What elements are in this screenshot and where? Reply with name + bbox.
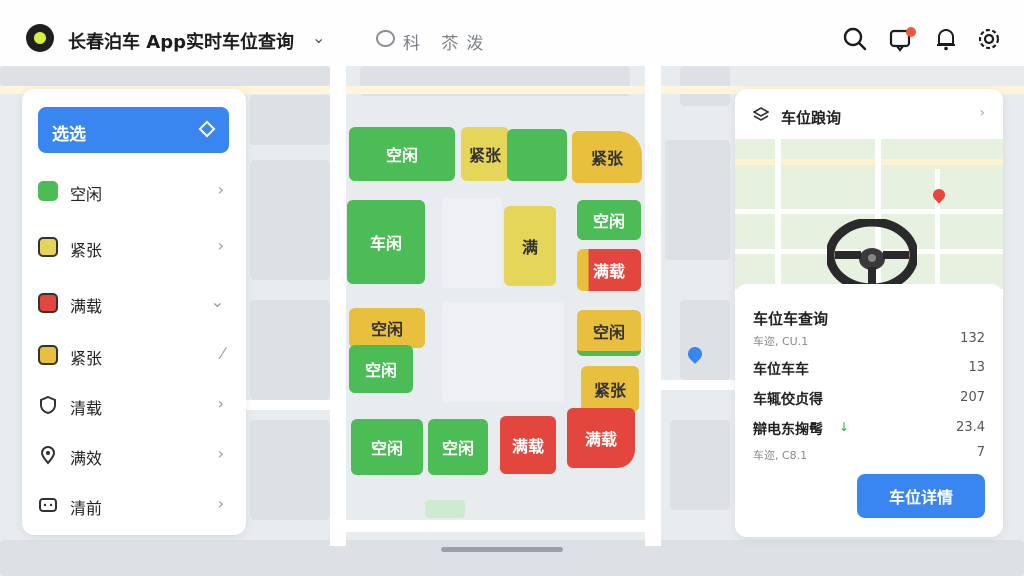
message-icon <box>39 498 57 512</box>
bell-icon[interactable] <box>933 26 959 52</box>
parking-lot[interactable]: 空闲 <box>349 345 413 393</box>
menu-item-message[interactable]: 清前 › <box>36 485 232 525</box>
gear-icon[interactable] <box>976 26 1002 52</box>
parking-lot[interactable]: 紧张 <box>572 131 642 183</box>
mini-map[interactable] <box>735 139 1003 289</box>
parking-lot[interactable]: 空闲 <box>349 308 425 348</box>
location-pin-icon <box>40 446 56 465</box>
parking-lot[interactable]: 车闲 <box>347 200 425 284</box>
parking-lot[interactable]: 空闲 <box>577 200 641 240</box>
parking-full-icon <box>38 293 58 313</box>
menu-item-level[interactable]: 紧张 ⁄ <box>36 335 232 375</box>
filter-panel: 选选 空闲 › 紧张 › 满载 ⌄ 紧张 ⁄ 清载 › 满效 › 清前 › <box>22 89 246 535</box>
stat-row: 车辄佼贞得 207 <box>753 389 985 411</box>
diamond-icon <box>198 120 216 138</box>
menu-item-label: 满载 <box>70 297 103 316</box>
chevron-right-icon: › <box>217 236 224 255</box>
parking-info-panel: 车位踉询 › 车位车查询 车迩, CU.1 132 车位车车 13 车辄佼贞得 … <box>735 89 1003 537</box>
header-subtitle: 科 苶泼 <box>403 34 492 54</box>
parking-lot[interactable]: 满载 <box>500 416 556 474</box>
steering-wheel-icon <box>827 219 917 289</box>
layers-icon <box>753 107 769 121</box>
parking-free-icon <box>38 181 58 201</box>
parking-lot[interactable] <box>507 129 567 181</box>
parking-busy-icon <box>38 237 58 257</box>
search-icon[interactable] <box>842 26 868 52</box>
stat-key: 车辄佼贞得 <box>753 392 823 408</box>
stat-value: 132 <box>960 331 985 346</box>
menu-item-label: 紧张 <box>70 349 103 368</box>
home-indicator[interactable] <box>441 547 563 552</box>
stat-value: 23.4 <box>956 420 985 435</box>
menu-item-busy[interactable]: 紧张 › <box>36 227 232 267</box>
parking-lot[interactable]: 紧张 <box>581 366 639 412</box>
menu-item-full[interactable]: 满载 ⌄ <box>36 283 232 323</box>
panel-header: 车位踉询 › <box>735 89 1003 139</box>
stat-row: 辯电东掬髩 ↓ 23.4 <box>753 419 985 441</box>
chevron-down-icon[interactable]: ⌄ <box>312 28 325 47</box>
chevron-right-icon: › <box>217 494 224 513</box>
parking-lot[interactable]: 紧张 <box>461 127 509 181</box>
parking-detail-button[interactable]: 车位详情 <box>857 474 985 518</box>
stat-value: 7 <box>976 445 985 460</box>
slash-icon: ⁄ <box>221 344 224 363</box>
menu-item-label: 空闲 <box>70 185 103 204</box>
chevron-right-icon: › <box>217 444 224 463</box>
stat-key: 车迩, CU.1 <box>753 335 809 348</box>
menu-item-label: 满效 <box>70 449 103 468</box>
stat-key: 车迩, C8.1 <box>753 449 808 462</box>
stat-key: 辯电东掬髩 <box>753 422 823 438</box>
app-logo-icon <box>26 24 54 52</box>
menu-item-label: 清载 <box>70 399 103 418</box>
parking-level-icon <box>38 345 58 365</box>
parking-lot[interactable]: 空闲 <box>577 310 641 356</box>
arrow-down-icon: ↓ <box>839 420 850 434</box>
chevron-right-icon[interactable]: › <box>979 105 985 121</box>
top-bar: 长春泊车 App实时车位查询 ⌄ 科 苶泼 <box>0 0 1024 66</box>
menu-item-location[interactable]: 满效 › <box>36 435 232 475</box>
menu-item-label: 清前 <box>70 499 103 518</box>
panel-title: 车位踉询 <box>781 109 842 127</box>
notification-badge <box>906 27 916 37</box>
parking-lot[interactable]: 空闲 <box>349 127 455 181</box>
parking-lot[interactable]: 满载 <box>567 408 635 468</box>
stat-row: 车迩, CU.1 132 <box>753 330 985 352</box>
stat-value: 13 <box>968 360 985 375</box>
stat-row: 车迩, C8.1 7 <box>753 444 985 466</box>
parking-lot[interactable]: 空闲 <box>428 419 488 475</box>
stat-value: 207 <box>960 390 985 405</box>
app-title[interactable]: 长春泊车 App实时车位查询 <box>68 28 294 54</box>
map-pin-icon <box>930 186 948 204</box>
chevron-right-icon: › <box>217 394 224 413</box>
stats-title: 车位车查询 <box>753 310 829 328</box>
stat-row: 车位车车 13 <box>753 359 985 381</box>
parking-lot[interactable]: 满 <box>504 206 556 286</box>
select-button[interactable]: 选选 <box>38 107 229 153</box>
stat-key: 车位车车 <box>753 362 809 378</box>
menu-item-free[interactable]: 空闲 › <box>36 171 232 211</box>
chevron-right-icon: › <box>217 180 224 199</box>
select-button-label: 选选 <box>52 125 86 145</box>
chevron-down-icon: ⌄ <box>210 292 224 311</box>
chat-bubble-icon <box>376 30 395 47</box>
menu-item-shield[interactable]: 清载 › <box>36 385 232 425</box>
parking-lot[interactable]: 满载 <box>577 249 641 291</box>
parking-lot[interactable]: 空闲 <box>351 419 423 475</box>
shield-icon <box>40 395 56 415</box>
menu-item-label: 紧张 <box>70 241 103 260</box>
